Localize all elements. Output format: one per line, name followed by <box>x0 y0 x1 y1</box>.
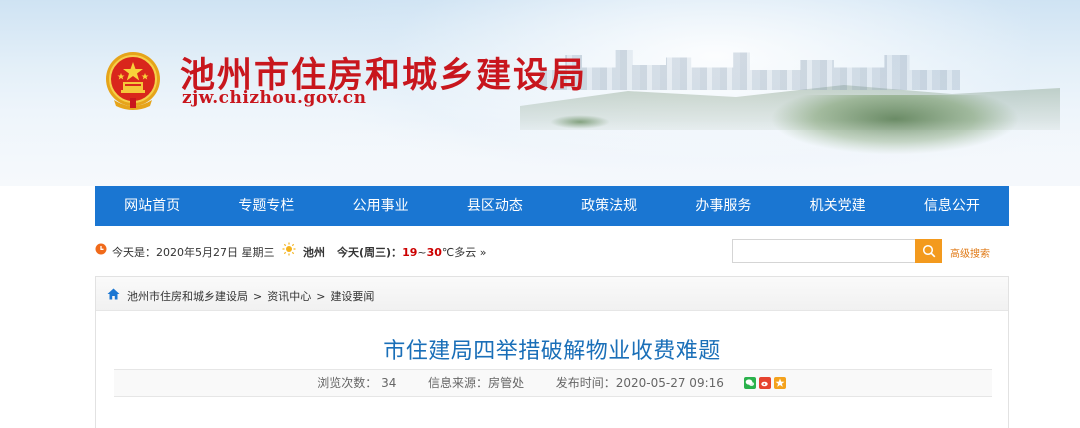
share-buttons <box>743 371 789 397</box>
nav-item-disclosure[interactable]: 信息公开 <box>895 186 1009 226</box>
advanced-search-link[interactable]: 高级搜索 <box>950 245 990 260</box>
national-emblem-icon <box>106 52 160 110</box>
temp-high: 30 <box>426 246 442 259</box>
search-input[interactable] <box>732 239 916 263</box>
temp-low: 19 <box>402 246 418 259</box>
qzone-icon[interactable] <box>773 377 786 389</box>
breadcrumb-separator: > <box>253 290 263 303</box>
source-label: 信息来源： <box>428 376 489 390</box>
nav-item-services[interactable]: 办事服务 <box>666 186 780 226</box>
weibo-icon[interactable] <box>758 377 771 389</box>
nav-item-utilities[interactable]: 公用事业 <box>324 186 438 226</box>
weather-city: 池州 <box>303 246 325 259</box>
weather-suffix: ℃多云 » <box>441 246 487 259</box>
published-value: 2020-05-27 09:16 <box>615 376 724 390</box>
weather-text[interactable]: 今天(周三)：19~30℃多云 » <box>337 244 487 260</box>
main-nav: 网站首页 专题专栏 公用事业 县区动态 政策法规 办事服务 机关党建 信息公开 <box>95 186 1009 226</box>
site-url: zjw.chizhou.gov.cn <box>182 88 367 108</box>
article-meta: 浏览次数： 34 信息来源：房管处 发布时间：2020-05-27 09:16 <box>114 369 992 397</box>
content-panel: 池州市住房和城乡建设局 > 资讯中心 > 建设要闻 市住建局四举措破解物业收费难题 浏览… <box>95 276 1009 428</box>
nav-item-home[interactable]: 网站首页 <box>95 186 209 226</box>
sun-icon <box>282 242 296 256</box>
info-bar: 今天是：2020年5月27日 星期三 池州 今天(周三)：19~30℃多云 » … <box>95 233 1009 269</box>
article-title: 市住建局四举措破解物业收费难题 <box>383 339 721 364</box>
published-label: 发布时间： <box>555 376 616 390</box>
breadcrumb-home[interactable]: 池州市住房和城乡建设局 <box>127 290 248 303</box>
breadcrumb-separator: > <box>316 290 326 303</box>
banner-water <box>330 120 1080 186</box>
breadcrumb-construction-news[interactable]: 建设要闻 <box>330 290 374 303</box>
nav-item-policies[interactable]: 政策法规 <box>552 186 666 226</box>
nav-item-county-news[interactable]: 县区动态 <box>438 186 552 226</box>
search-icon <box>922 244 935 258</box>
wechat-icon[interactable] <box>743 377 756 389</box>
header-banner: 池州市住房和城乡建设局 zjw.chizhou.gov.cn <box>0 0 1080 186</box>
breadcrumb-news-center[interactable]: 资讯中心 <box>267 290 311 303</box>
nav-item-topics[interactable]: 专题专栏 <box>209 186 323 226</box>
weather-prefix: 今天(周三)： <box>337 246 403 259</box>
views-label: 浏览次数： <box>317 376 378 390</box>
home-icon <box>107 288 120 300</box>
breadcrumb: 池州市住房和城乡建设局 > 资讯中心 > 建设要闻 <box>96 277 1008 311</box>
nav-item-party[interactable]: 机关党建 <box>781 186 895 226</box>
clock-icon <box>95 243 107 255</box>
date-text: 今天是：2020年5月27日 星期三 <box>112 246 275 259</box>
breadcrumb-trail: 池州市住房和城乡建设局 > 资讯中心 > 建设要闻 <box>127 288 374 304</box>
views-count: 34 <box>381 376 397 390</box>
search-button[interactable] <box>915 239 942 263</box>
temp-sep: ~ <box>417 246 427 259</box>
source-value: 房管处 <box>488 376 525 390</box>
